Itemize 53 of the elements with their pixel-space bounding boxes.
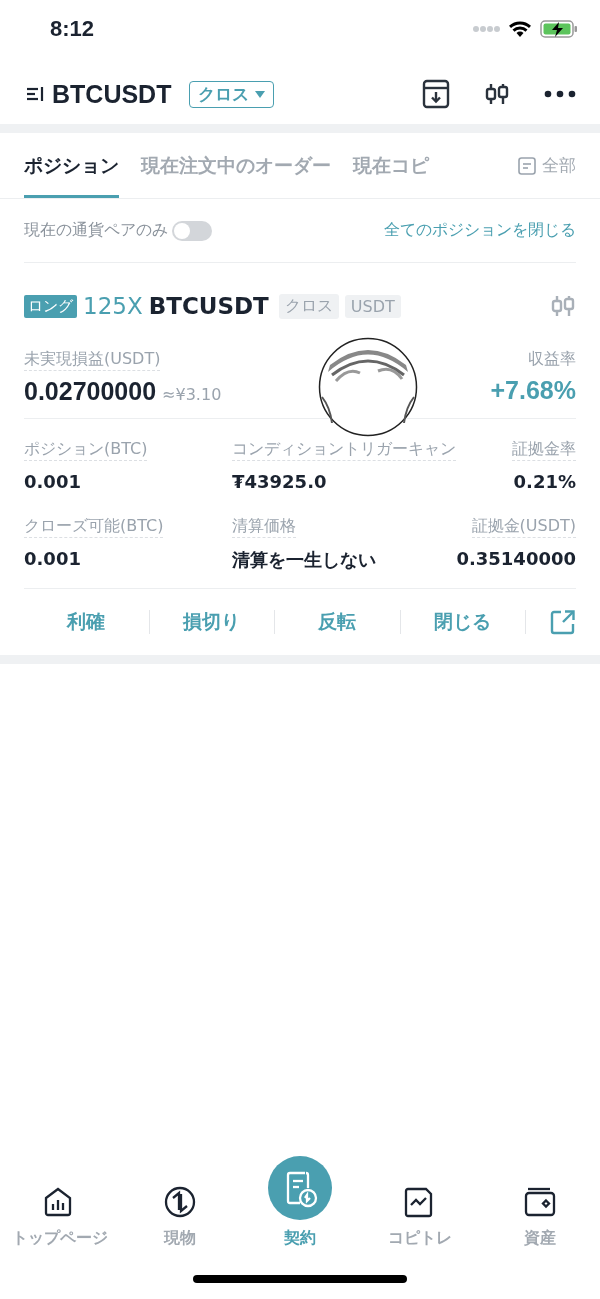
share-icon[interactable] — [550, 609, 576, 635]
document-icon — [268, 1156, 332, 1220]
nav-tab[interactable]: コピトレ — [365, 1186, 475, 1249]
field-value: 0.001 — [24, 548, 82, 569]
action-button[interactable]: 利確 — [24, 609, 149, 635]
roe-value: +7.68% — [490, 376, 576, 405]
list-icon — [518, 156, 536, 175]
download-icon[interactable] — [422, 79, 450, 109]
filter-label: 現在の通貨ペアのみ — [24, 220, 168, 241]
tab[interactable]: 現在コピ — [353, 133, 429, 198]
field-label: クローズ可能(BTC) — [24, 516, 164, 538]
candlestick-icon[interactable] — [484, 82, 510, 106]
action-button[interactable]: 閉じる — [400, 609, 525, 635]
tag: USDT — [344, 294, 401, 318]
field-value: 清算を一生しない — [232, 548, 377, 572]
field-value: ₮43925.0 — [232, 471, 328, 492]
roe-label: 収益率 — [528, 349, 576, 370]
filter-button[interactable]: 全部 — [518, 133, 600, 198]
close-all-link[interactable]: 全てのポジションを閉じる — [384, 220, 576, 241]
field-label: コンディショントリガーキャン — [232, 439, 456, 461]
field-label: 証拠金(USDT) — [471, 516, 576, 538]
status-time: 8:12 — [50, 16, 95, 42]
margin-mode-dropdown[interactable]: クロス — [189, 80, 275, 108]
nav-tab[interactable]: トップページ — [5, 1186, 115, 1249]
wifi-icon — [508, 20, 532, 38]
battery-icon — [540, 20, 578, 38]
pnl-label: 未実現損益(USDT) — [24, 349, 161, 371]
pnl-value: 0.02700000 — [24, 377, 157, 406]
more-icon[interactable] — [544, 90, 576, 98]
tab[interactable]: 現在注文中のオーダー — [141, 133, 331, 198]
field-label: 清算価格 — [232, 516, 296, 538]
field-value: 0.001 — [24, 471, 82, 492]
field-value: 0.21% — [513, 471, 576, 492]
approx-value: ≈¥3.10 — [162, 385, 222, 404]
field-label: 証拠金率 — [512, 439, 576, 461]
exchange-icon — [163, 1186, 197, 1220]
action-button[interactable]: 反転 — [275, 609, 400, 635]
pair-title[interactable]: BTCUSDT — [52, 79, 172, 109]
caret-icon — [255, 90, 266, 98]
nav-tab[interactable]: 資産 — [485, 1186, 595, 1249]
menu-icon[interactable] — [26, 86, 46, 102]
action-button[interactable]: 損切り — [149, 609, 274, 635]
nav-tab[interactable]: 現物 — [125, 1186, 235, 1249]
side-badge: ロング — [24, 294, 77, 318]
symbol-text: BTCUSDT — [148, 293, 269, 319]
nav-tab[interactable]: 契約 — [245, 1156, 355, 1249]
tag: クロス — [278, 293, 339, 319]
tab[interactable]: ポジション — [24, 133, 119, 198]
field-value: 0.35140000 — [456, 548, 576, 569]
signal-icon — [472, 25, 500, 33]
leverage-text: 125X — [83, 293, 143, 319]
field-label: ポジション(BTC) — [24, 439, 148, 461]
toggle-switch[interactable] — [172, 220, 212, 241]
